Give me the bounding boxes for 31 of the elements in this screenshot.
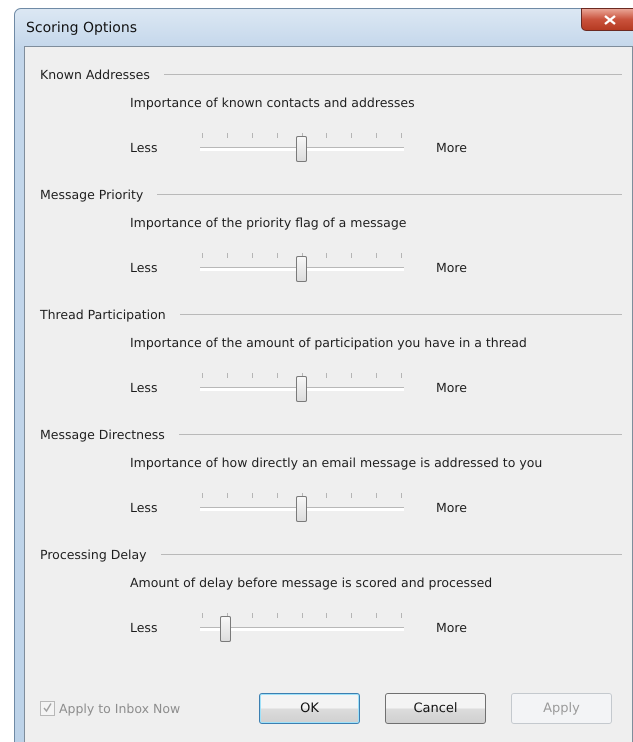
group-title: Message Priority	[40, 186, 144, 202]
group-title: Known Addresses	[40, 66, 150, 82]
window-title: Scoring Options	[25, 20, 138, 36]
slider-max-label: More	[436, 620, 467, 634]
group-description: Amount of delay before message is scored and processed	[130, 575, 492, 590]
slider-min-label: Less	[130, 380, 158, 394]
slider-min-label: Less	[130, 620, 158, 634]
group-title: Processing Delay	[40, 546, 147, 562]
checkbox-label: Apply to Inbox Now	[59, 701, 180, 716]
dialog-button[interactable]: OK	[259, 693, 360, 724]
slider-max-label: More	[436, 140, 467, 154]
slider-min-label: Less	[130, 260, 158, 274]
slider-thumb[interactable]	[296, 256, 307, 282]
slider-min-label: Less	[130, 500, 158, 514]
slider-max-label: More	[436, 380, 467, 394]
slider-thumb[interactable]	[296, 136, 307, 162]
group-description: Importance of the amount of participation you have in a thread	[130, 335, 527, 350]
close-button[interactable]	[581, 8, 633, 31]
slider-max-label: More	[436, 260, 467, 274]
slider-thumb[interactable]	[296, 496, 307, 522]
group-description: Importance of known contacts and addresses	[130, 95, 415, 110]
group-description: Importance of how directly an email message is addressed to you	[130, 455, 542, 470]
group-description: Importance of the priority flag of a message	[130, 215, 406, 230]
slider-thumb[interactable]	[296, 376, 307, 402]
group-title: Message Directness	[40, 426, 165, 442]
close-icon	[604, 14, 616, 24]
slider-min-label: Less	[130, 140, 158, 154]
dialog-button[interactable]: Cancel	[385, 693, 486, 724]
slider-thumb[interactable]	[220, 616, 230, 642]
group-title: Thread Participation	[40, 306, 166, 322]
slider-max-label: More	[436, 500, 467, 514]
